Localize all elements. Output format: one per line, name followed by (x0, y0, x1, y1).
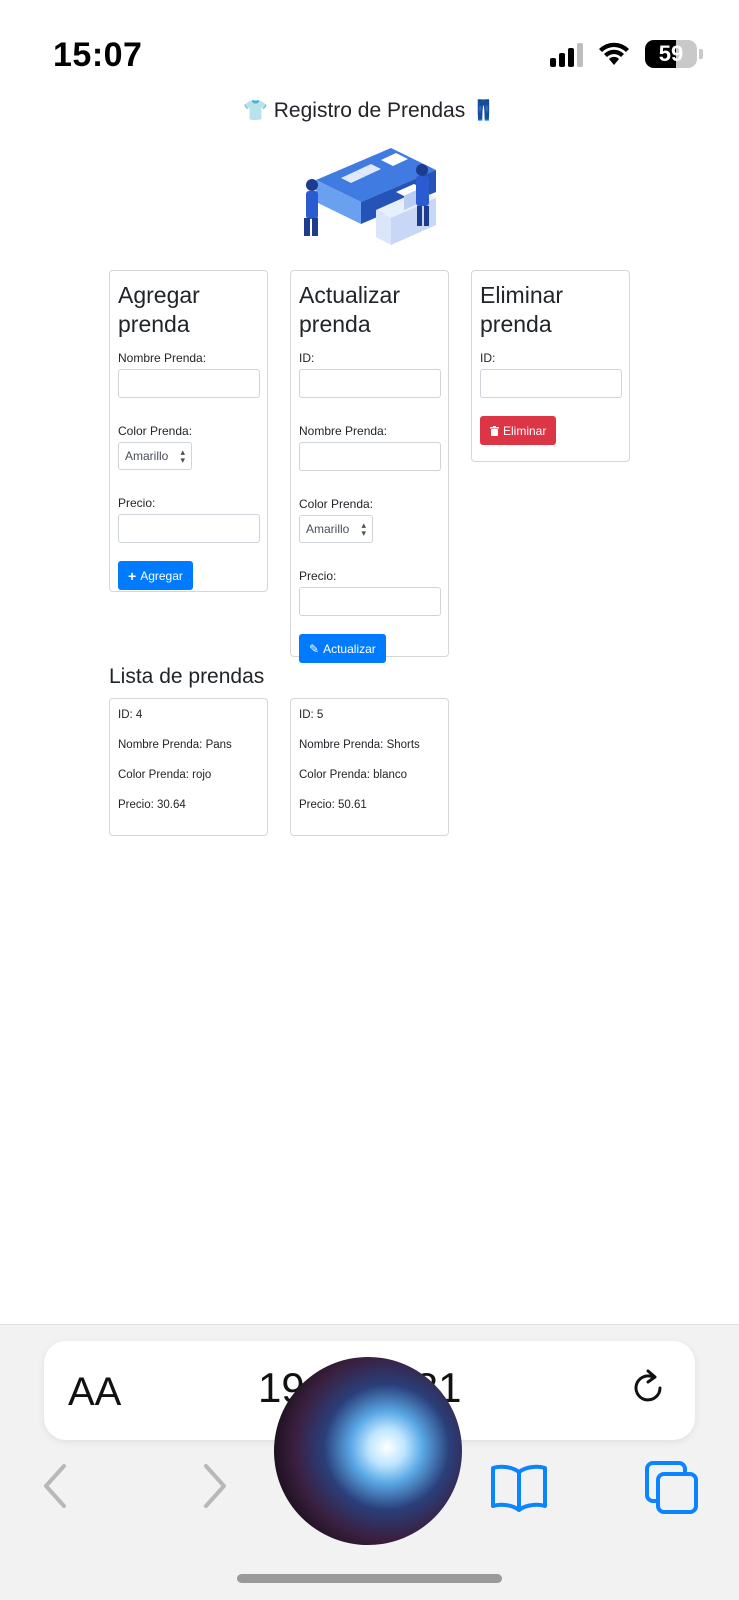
add-name-label: Nombre Prenda: (118, 351, 207, 365)
item-id: ID: 4 (118, 709, 143, 721)
select-arrows-icon: ▴ ▾ (180, 447, 185, 465)
update-price-input[interactable] (299, 587, 441, 616)
pencil-icon: ✎ (309, 641, 320, 656)
update-button-label: Actualizar (323, 641, 376, 656)
add-button[interactable]: + Agregar (118, 561, 193, 590)
update-color-label: Color Prenda: (299, 497, 374, 511)
delete-id-input[interactable] (480, 369, 622, 398)
add-button-label: Agregar (140, 568, 183, 583)
item-color: Color Prenda: rojo (118, 769, 212, 781)
update-name-input[interactable] (299, 442, 441, 471)
siri-orb-icon (274, 1357, 462, 1545)
add-color-select[interactable]: Amarillo ▴ ▾ (118, 442, 192, 470)
page-title: 👕 Registro de Prendas 👖 (0, 98, 739, 123)
delete-button-label: Eliminar (503, 423, 547, 438)
status-icons: 59 (550, 40, 703, 68)
battery-level: 59 (658, 41, 684, 66)
select-arrows-icon: ▴ ▾ (361, 520, 366, 538)
item-name: Nombre Prenda: Pans (118, 739, 232, 751)
list-title: Lista de prendas (109, 665, 265, 688)
text-size-label: AA (68, 1370, 122, 1414)
update-garment-card: Actualizar prenda ID: Nombre Prenda: Col… (290, 270, 449, 663)
home-indicator (237, 1574, 502, 1583)
add-color-label: Color Prenda: (118, 424, 193, 438)
shirt-icon: 👕 (243, 100, 268, 122)
bookmarks-icon[interactable] (489, 1462, 549, 1512)
battery-icon: 59 (645, 40, 697, 68)
add-price-input[interactable] (118, 514, 260, 543)
update-name-label: Nombre Prenda: (299, 424, 388, 438)
item-name: Nombre Prenda: Shorts (299, 739, 420, 751)
list-item: ID: 4 Nombre Prenda: Pans Color Prenda: … (109, 698, 268, 836)
update-button[interactable]: ✎ Actualizar (299, 634, 386, 663)
delete-button[interactable]: Eliminar (480, 416, 557, 445)
add-garment-card: Agregar prenda Nombre Prenda: Color Pren… (109, 270, 268, 592)
item-color: Color Prenda: blanco (299, 769, 408, 781)
tabs-icon[interactable] (644, 1460, 700, 1516)
update-id-label: ID: (299, 351, 315, 365)
update-color-select[interactable]: Amarillo ▴ ▾ (299, 515, 373, 543)
text-size-button[interactable]: AA (68, 1370, 121, 1415)
update-price-label: Precio: (299, 569, 337, 583)
add-price-label: Precio: (118, 496, 156, 510)
item-price: Precio: 30.64 (118, 799, 186, 811)
pants-icon: 👖 (471, 100, 496, 122)
item-id: ID: 5 (299, 709, 324, 721)
add-color-value: Amarillo (125, 449, 169, 463)
cellular-signal-icon (550, 41, 583, 67)
delete-garment-card: Eliminar prenda ID: Eliminar (471, 270, 630, 462)
update-card-title: Actualizar prenda (299, 282, 400, 337)
plus-icon: + (128, 567, 137, 584)
wifi-icon (599, 42, 629, 65)
list-item: ID: 5 Nombre Prenda: Shorts Color Prenda… (290, 698, 449, 836)
trash-icon (490, 425, 499, 436)
back-icon[interactable] (40, 1462, 70, 1510)
update-id-input[interactable] (299, 369, 441, 398)
forward-icon[interactable] (200, 1462, 230, 1510)
delete-card-title: Eliminar prenda (480, 282, 564, 337)
add-card-title: Agregar prenda (118, 282, 200, 337)
reload-icon[interactable] (626, 1366, 670, 1410)
item-price: Precio: 50.61 (299, 799, 367, 811)
warehouse-illustration (304, 148, 436, 245)
add-name-input[interactable] (118, 369, 260, 398)
status-time: 15:07 (53, 36, 143, 74)
delete-id-label: ID: (480, 351, 496, 365)
page-title-text: Registro de Prendas (273, 99, 466, 122)
update-color-value: Amarillo (306, 522, 350, 536)
